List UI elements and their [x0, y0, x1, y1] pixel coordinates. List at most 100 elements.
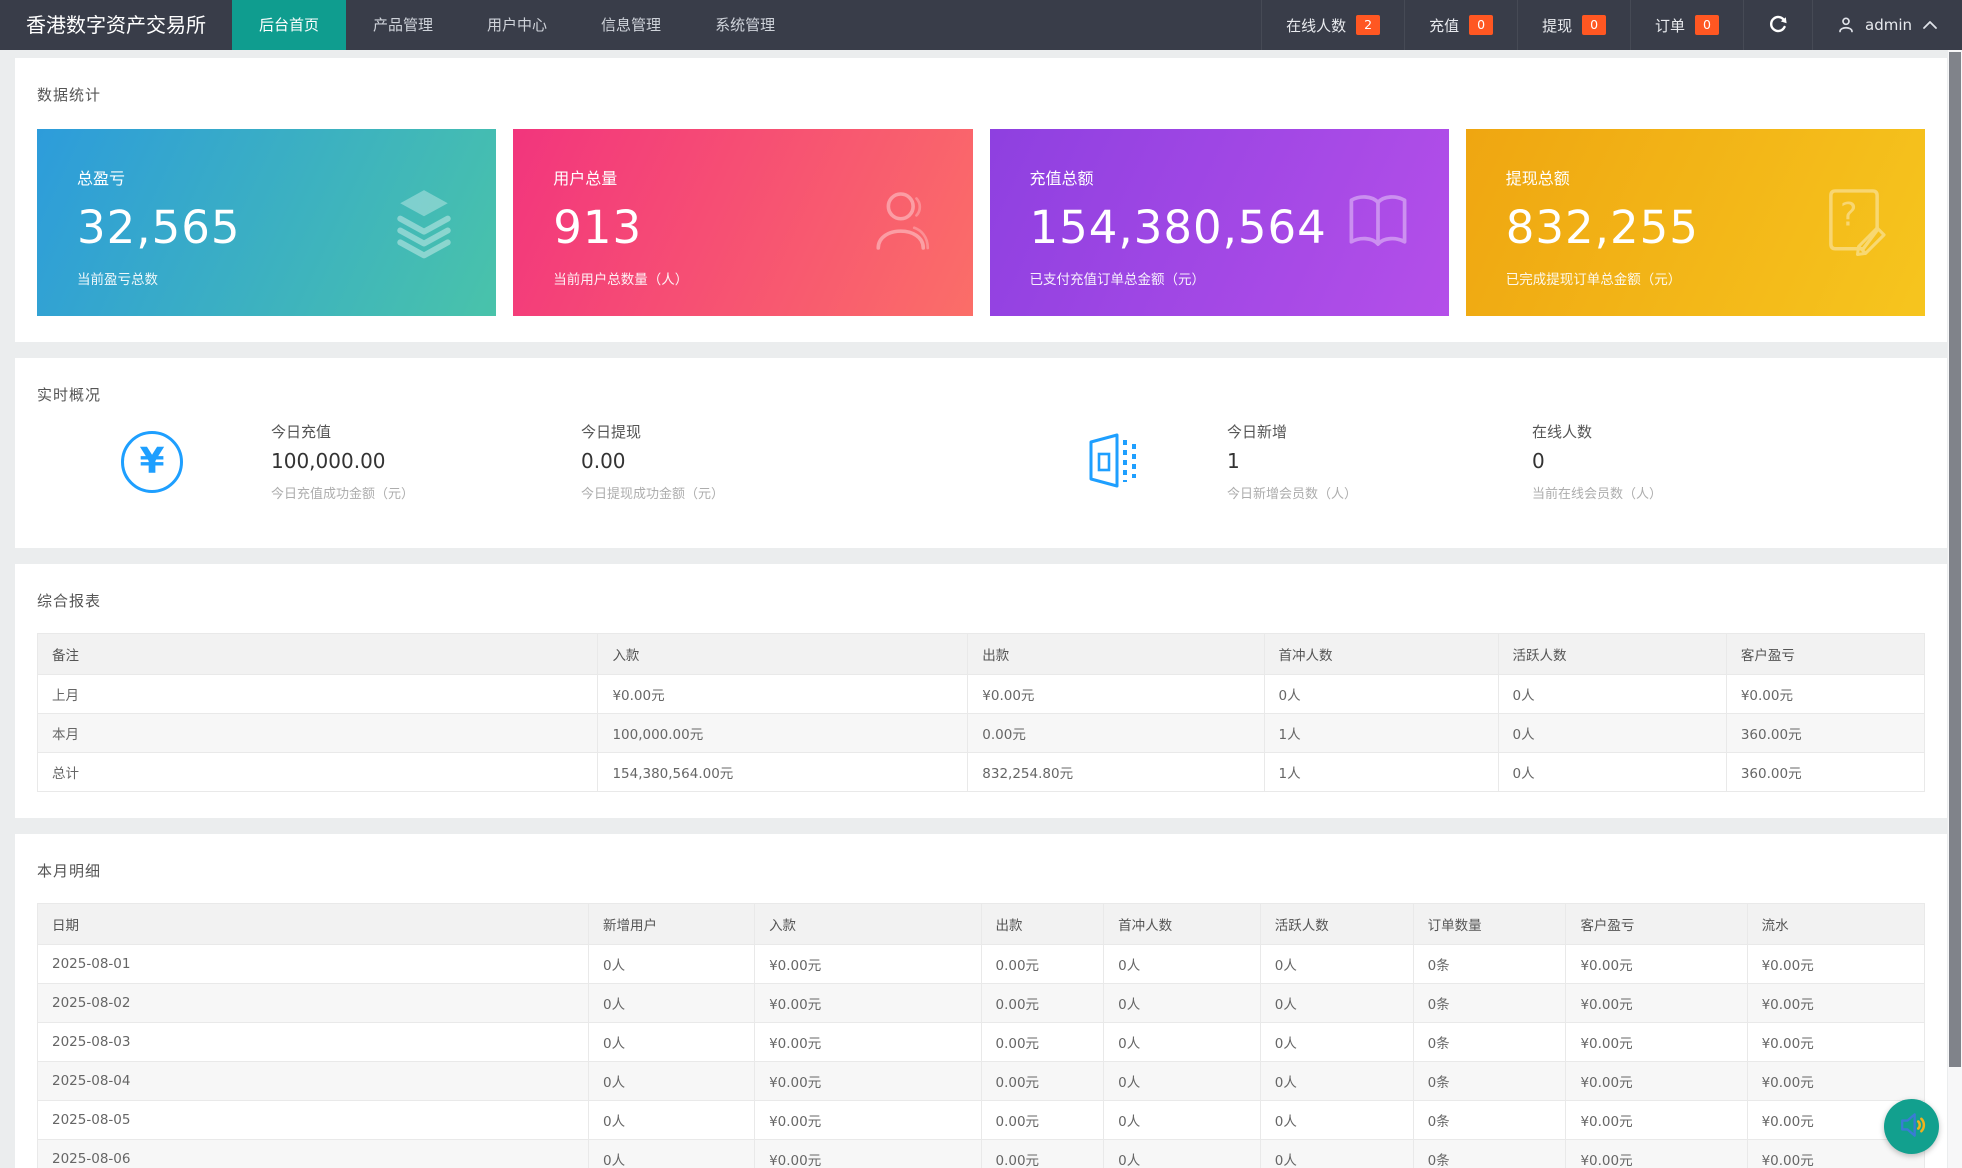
table-header-row: 备注入款出款首冲人数活跃人数客户盈亏 [38, 634, 1925, 675]
table-cell: 360.00元 [1726, 753, 1924, 792]
online-count-badge: 2 [1356, 15, 1380, 35]
vertical-scrollbar-track[interactable] [1948, 50, 1962, 1168]
table-cell: ¥0.00元 [755, 984, 981, 1023]
tab-dashboard[interactable]: 后台首页 [232, 0, 346, 50]
table-cell: 0人 [589, 1140, 755, 1168]
table-row: 2025-08-010人¥0.00元0.00元0人0人0条¥0.00元¥0.00… [38, 945, 1925, 984]
table-cell: 2025-08-02 [38, 984, 589, 1023]
brand-title: 香港数字资产交易所 [0, 0, 232, 50]
table-cell: 0.00元 [981, 1140, 1104, 1168]
tab-system[interactable]: 系统管理 [688, 0, 802, 50]
column-header: 入款 [598, 634, 968, 675]
user-menu[interactable]: admin [1812, 0, 1962, 50]
table-cell: 总计 [38, 753, 598, 792]
table-cell: 0人 [1260, 945, 1413, 984]
order-count-badge: 0 [1695, 15, 1719, 35]
table-cell: 0.00元 [981, 984, 1104, 1023]
table-cell: ¥0.00元 [1747, 1062, 1924, 1101]
realtime-panel-title: 实时概况 [37, 384, 1925, 405]
vertical-scrollbar-thumb[interactable] [1949, 52, 1961, 1067]
layers-icon [386, 183, 462, 263]
stat-label: 在线人数 [1532, 421, 1662, 442]
table-cell: 100,000.00元 [598, 714, 968, 753]
tab-products[interactable]: 产品管理 [346, 0, 460, 50]
table-cell: ¥0.00元 [1747, 1023, 1924, 1062]
online-count-button[interactable]: 在线人数 2 [1261, 0, 1404, 50]
user-icon [1837, 16, 1855, 34]
tab-information[interactable]: 信息管理 [574, 0, 688, 50]
table-cell: ¥0.00元 [1566, 1062, 1747, 1101]
refresh-button[interactable] [1743, 0, 1812, 50]
table-cell: ¥0.00元 [755, 945, 981, 984]
table-row: 上月¥0.00元¥0.00元0人0人¥0.00元 [38, 675, 1925, 714]
table-row: 总计154,380,564.00元832,254.80元1人0人360.00元 [38, 753, 1925, 792]
realtime-row: ¥ 今日充值 100,000.00 今日充值成功金额（元） 今日提现 0.00 … [37, 421, 1925, 522]
today-withdraw-stat: 今日提现 0.00 今日提现成功金额（元） [581, 421, 1081, 502]
table-cell: 0人 [1104, 1140, 1261, 1168]
summary-report-table: 备注入款出款首冲人数活跃人数客户盈亏 上月¥0.00元¥0.00元0人0人¥0.… [37, 633, 1925, 792]
table-cell: 0条 [1413, 1062, 1566, 1101]
table-cell: ¥0.00元 [755, 1101, 981, 1140]
table-cell: 0.00元 [968, 714, 1264, 753]
tab-user-center[interactable]: 用户中心 [460, 0, 574, 50]
table-cell: ¥0.00元 [1566, 1140, 1747, 1168]
table-cell: 上月 [38, 675, 598, 714]
table-cell: 0.00元 [981, 945, 1104, 984]
table-cell: 832,254.80元 [968, 753, 1264, 792]
column-header: 备注 [38, 634, 598, 675]
recharge-count-button[interactable]: 充值 0 [1404, 0, 1517, 50]
column-header: 活跃人数 [1260, 904, 1413, 945]
column-header: 日期 [38, 904, 589, 945]
table-cell: ¥0.00元 [755, 1062, 981, 1101]
withdraw-count-button[interactable]: 提现 0 [1517, 0, 1630, 50]
card-caption: 已完成提现订单总金额（元） [1506, 268, 1885, 288]
card-caption: 当前盈亏总数 [77, 268, 456, 288]
building-icon [1081, 428, 1145, 496]
table-cell: 0人 [589, 1023, 755, 1062]
table-cell: ¥0.00元 [968, 675, 1264, 714]
sound-fab-button[interactable] [1884, 1099, 1939, 1154]
table-cell: 0人 [1498, 753, 1726, 792]
table-cell: ¥0.00元 [1726, 675, 1924, 714]
table-cell: ¥0.00元 [1566, 984, 1747, 1023]
order-count-button[interactable]: 订单 0 [1630, 0, 1743, 50]
stat-cards-row: 总盈亏 32,565 当前盈亏总数 用户总量 913 当前用户总数量（人） [37, 129, 1925, 316]
column-header: 入款 [755, 904, 981, 945]
today-recharge-stat: 今日充值 100,000.00 今日充值成功金额（元） [271, 421, 581, 502]
column-header: 流水 [1747, 904, 1924, 945]
column-header: 新增用户 [589, 904, 755, 945]
total-recharge-card: 充值总额 154,380,564 已支付充值订单总金额（元） [990, 129, 1449, 316]
withdraw-count-label: 提现 [1542, 15, 1572, 36]
table-cell: 0条 [1413, 945, 1566, 984]
table-cell: ¥0.00元 [755, 1023, 981, 1062]
table-row: 本月100,000.00元0.00元1人0人360.00元 [38, 714, 1925, 753]
table-cell: 0条 [1413, 984, 1566, 1023]
table-cell: 2025-08-05 [38, 1101, 589, 1140]
table-cell: 0人 [1264, 675, 1498, 714]
card-caption: 当前用户总数量（人） [553, 268, 932, 288]
person-icon [867, 185, 939, 261]
stat-label: 今日新增 [1227, 421, 1532, 442]
svg-text:?: ? [1840, 195, 1857, 233]
main-nav: 后台首页 产品管理 用户中心 信息管理 系统管理 [232, 0, 802, 50]
realtime-panel: 实时概况 ¥ 今日充值 100,000.00 今日充值成功金额（元） 今日提现 … [15, 358, 1947, 548]
book-icon [1341, 184, 1415, 262]
table-cell: ¥0.00元 [1747, 945, 1924, 984]
chevron-up-icon [1922, 20, 1938, 30]
table-cell: 1人 [1264, 714, 1498, 753]
table-cell: 本月 [38, 714, 598, 753]
column-header: 客户盈亏 [1566, 904, 1747, 945]
table-cell: ¥0.00元 [755, 1140, 981, 1168]
stat-value: 0 [1532, 449, 1662, 473]
table-cell: 0.00元 [981, 1023, 1104, 1062]
table-cell: 0人 [589, 1101, 755, 1140]
column-header: 首冲人数 [1104, 904, 1261, 945]
withdraw-count-badge: 0 [1582, 15, 1606, 35]
stat-value: 100,000.00 [271, 449, 581, 473]
table-cell: 0人 [1104, 984, 1261, 1023]
table-cell: 0人 [1260, 1140, 1413, 1168]
table-cell: ¥0.00元 [1566, 1101, 1747, 1140]
document-question-icon: ? [1817, 184, 1891, 262]
table-cell: ¥0.00元 [1566, 945, 1747, 984]
yuan-symbol: ¥ [139, 441, 164, 482]
